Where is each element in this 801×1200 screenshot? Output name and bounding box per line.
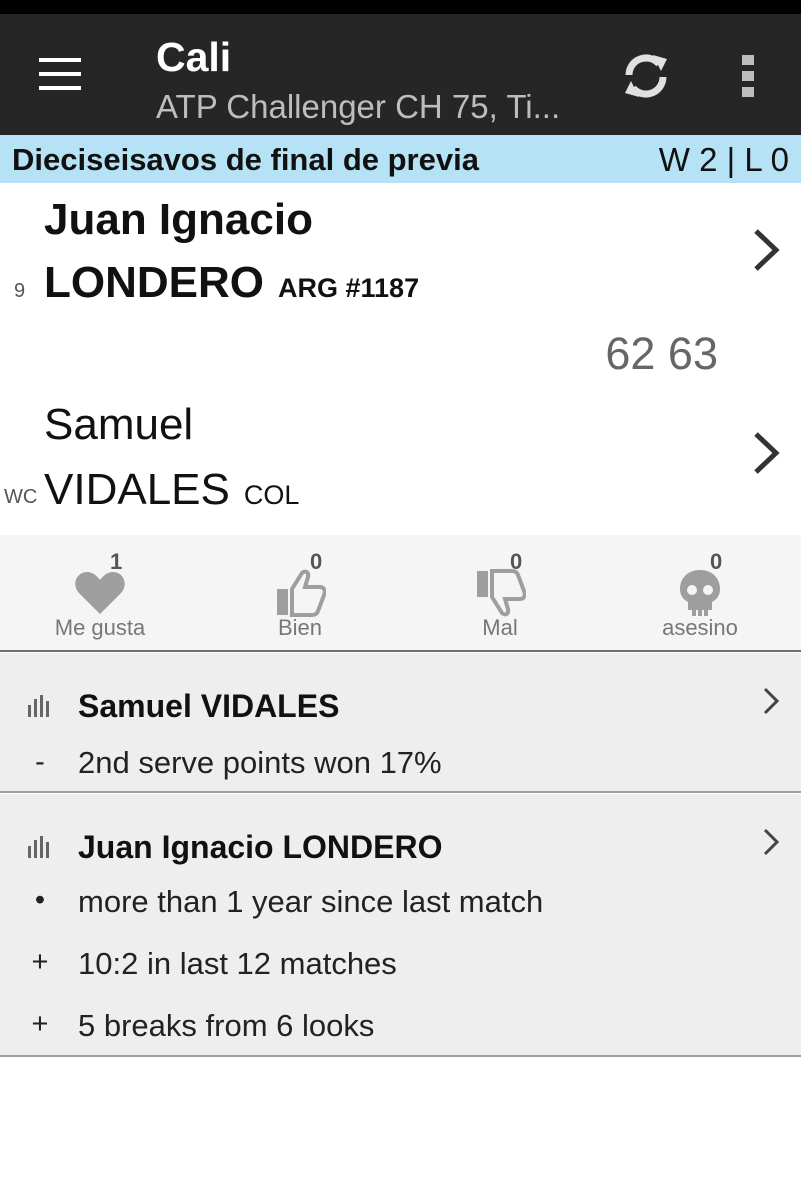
heart-icon <box>70 565 130 621</box>
reaction-label: Me gusta <box>54 615 146 640</box>
stats-player-name: Samuel VIDALES <box>78 688 340 724</box>
player-last-name-line: LONDERO ARG #1187 <box>44 258 419 308</box>
reaction-label: asesino <box>662 615 738 640</box>
reaction-killer[interactable]: 0 asesino <box>600 535 800 650</box>
refresh-button[interactable] <box>612 44 680 108</box>
hamburger-menu-icon <box>39 58 81 90</box>
stats-bars-icon <box>28 695 49 717</box>
player-last-name: LONDERO <box>44 258 264 307</box>
chevron-right-icon <box>754 432 780 474</box>
stat-marker: • <box>34 884 46 916</box>
match-score: 62 63 <box>605 328 718 379</box>
thumbs-up-icon <box>270 565 330 621</box>
stat-text: 10:2 in last 12 matches <box>78 946 397 981</box>
page-subtitle: ATP Challenger CH 75, Ti... <box>156 88 561 125</box>
win-loss-record: W 2 | L 0 <box>658 141 789 178</box>
stat-text: 2nd serve points won 17% <box>78 745 442 780</box>
skull-icon <box>670 565 730 621</box>
stats-card-londero[interactable]: Juan Ignacio LONDERO • more than 1 year … <box>0 794 801 1057</box>
thumbs-down-icon <box>470 565 530 621</box>
stat-marker: - <box>35 746 45 778</box>
round-bar: Dieciseisavos de final de previa W 2 | L… <box>0 135 801 183</box>
player-last-name: VIDALES <box>44 465 230 514</box>
chevron-right-icon <box>763 828 780 856</box>
refresh-icon <box>625 54 667 98</box>
chevron-right-icon <box>763 687 780 715</box>
player-first-name: Juan Ignacio <box>44 195 313 244</box>
player-country-rank: ARG #1187 <box>278 273 420 303</box>
page-title: Cali <box>156 34 232 80</box>
player-last-name-line: VIDALES COL <box>44 465 299 515</box>
chevron-right-icon <box>754 229 780 271</box>
status-bar <box>0 0 801 14</box>
reaction-good[interactable]: 0 Bien <box>200 535 400 650</box>
reaction-bad[interactable]: 0 Mal <box>400 535 600 650</box>
stat-marker: + <box>31 1008 49 1040</box>
stat-text: more than 1 year since last match <box>78 884 544 919</box>
reaction-label: Bien <box>277 615 323 640</box>
player-row-londero[interactable]: Juan Ignacio 9 LONDERO ARG #1187 <box>0 183 801 328</box>
more-vert-icon <box>742 55 754 97</box>
reaction-bar: 1 Me gusta 0 Bien 0 Mal 0 asesino <box>0 535 801 652</box>
app-bar: Cali ATP Challenger CH 75, Ti... <box>0 14 801 135</box>
stats-card-vidales[interactable]: Samuel VIDALES - 2nd serve points won 17… <box>0 653 801 793</box>
reaction-like[interactable]: 1 Me gusta <box>0 535 200 650</box>
player-seed: WC <box>4 486 38 508</box>
round-label: Dieciseisavos de final de previa <box>12 142 479 177</box>
stat-marker: + <box>31 946 49 978</box>
player-row-vidales[interactable]: Samuel WC VIDALES COL <box>0 390 801 535</box>
overflow-menu-button[interactable] <box>722 44 774 108</box>
menu-button[interactable] <box>28 42 92 106</box>
reaction-label: Mal <box>482 615 518 640</box>
player-country-rank: COL <box>243 480 300 510</box>
stats-bars-icon <box>28 836 49 858</box>
player-seed: 9 <box>14 280 26 302</box>
player-first-name: Samuel <box>44 400 194 449</box>
stat-text: 5 breaks from 6 looks <box>78 1008 375 1043</box>
stats-player-name: Juan Ignacio LONDERO <box>78 829 443 865</box>
